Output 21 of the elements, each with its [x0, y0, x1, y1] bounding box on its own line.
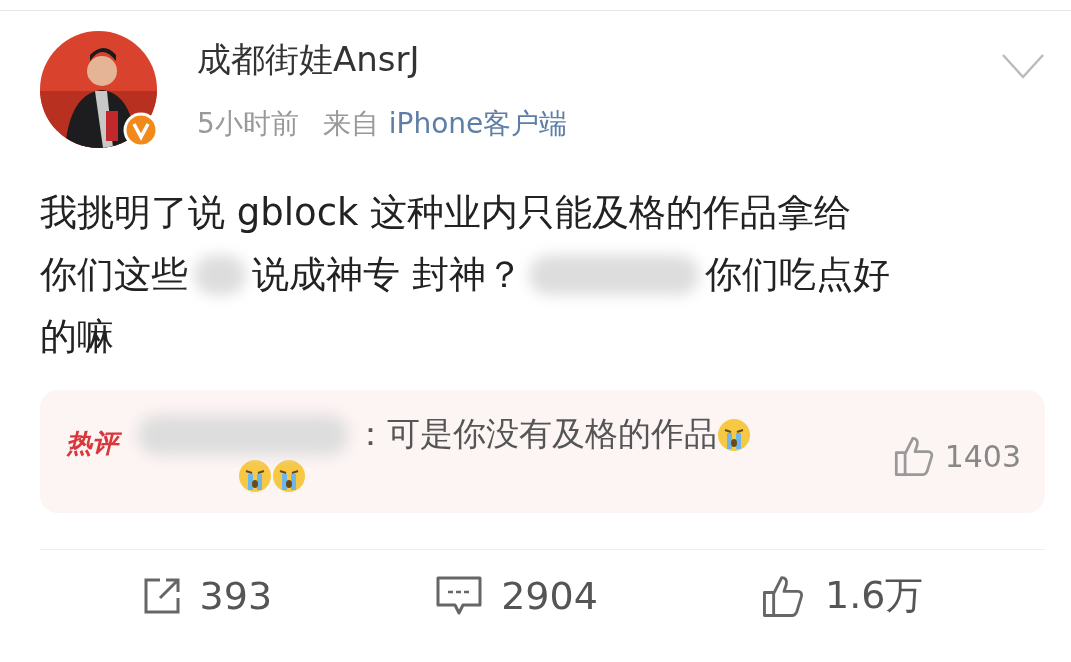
author-name[interactable]: 成都街娃AnsrJ	[197, 36, 568, 83]
post-text: 说成神专 封神？	[252, 252, 523, 298]
crying-emoji-icon	[272, 459, 306, 493]
crying-emoji-icon	[717, 417, 751, 452]
share-button[interactable]: 393	[141, 570, 273, 621]
hot-comment-card[interactable]: 热评 ：可是你没有及格的作品 1403	[40, 390, 1045, 513]
like-count: 1403	[944, 438, 1021, 474]
chevron-down-icon[interactable]	[1001, 53, 1045, 81]
post-text: 你们这些	[40, 252, 188, 298]
source-link[interactable]: iPhone客户端	[388, 104, 568, 143]
post-time: 5小时前	[197, 105, 299, 142]
source-prefix: 来自	[322, 105, 379, 142]
crying-emoji-icon	[238, 459, 272, 493]
comment-separator: ：	[354, 413, 387, 455]
post-text: 你们吃点好	[704, 252, 890, 298]
like-button[interactable]: 1.6万	[761, 570, 924, 621]
post-text: 我挑明了说 gblock 这种业内只能及格的作品拿给	[40, 190, 852, 236]
comment-text: 可是你没有及格的作品	[387, 413, 717, 455]
comment-button[interactable]: 2904	[435, 570, 598, 621]
post-text: 的嘛	[40, 314, 114, 360]
comment-icon	[435, 574, 484, 617]
